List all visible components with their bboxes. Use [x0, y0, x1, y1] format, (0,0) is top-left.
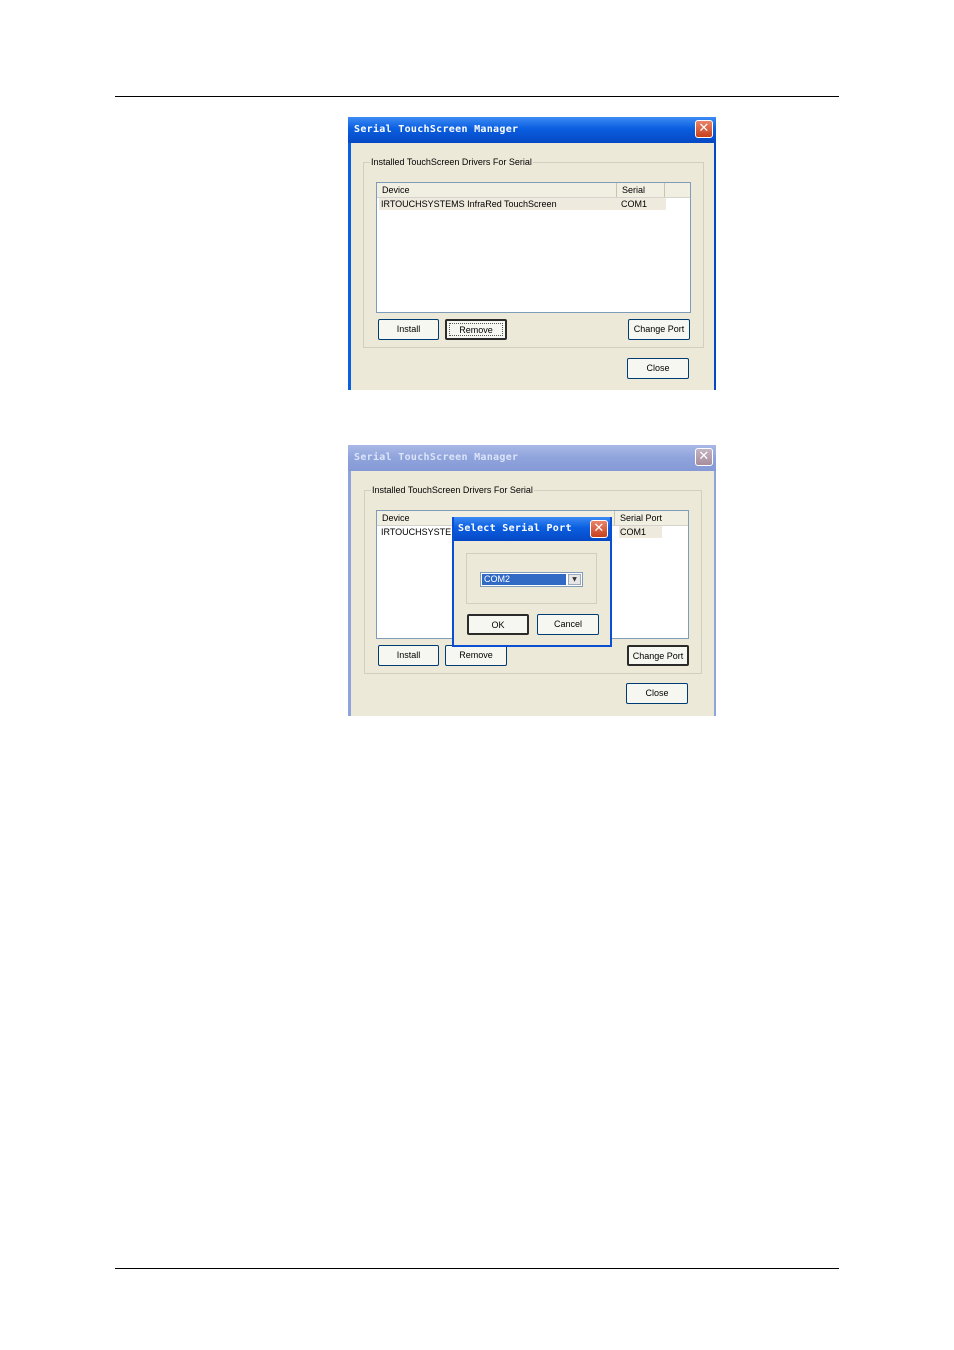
window-border-right [714, 471, 716, 716]
installed-drivers-group: Installed TouchScreen Drivers For Serial… [363, 156, 704, 348]
drivers-list[interactable]: Device Serial Port IRTOUCHSYSTEMS InfraR… [376, 182, 691, 313]
selected-port-value: COM2 [482, 574, 566, 585]
ok-button[interactable]: OK [467, 614, 529, 635]
chevron-down-icon[interactable]: ▼ [568, 574, 581, 585]
row-device-cell: IRTOUCHSYSTEMS InfraRed TouchScreen [381, 199, 557, 209]
row-device-cell: IRTOUCHSYSTE [381, 527, 452, 537]
cancel-button[interactable]: Cancel [537, 614, 599, 635]
serial-touchscreen-manager-dialog: Serial TouchScreen Manager ✕ Installed T… [348, 117, 716, 390]
remove-button[interactable]: Remove [445, 645, 507, 666]
close-button[interactable]: Close [627, 358, 689, 379]
dialog-title: Select Serial Port [458, 523, 572, 534]
row-port-cell: COM1 [621, 199, 648, 209]
port-selection-group: COM2 ▼ [466, 553, 597, 604]
installed-drivers-group-label: Installed TouchScreen Drivers For Serial [370, 156, 533, 168]
serial-port-dropdown[interactable]: COM2 ▼ [480, 572, 583, 587]
page-header-rule [115, 96, 839, 97]
change-port-button[interactable]: Change Port [628, 319, 690, 340]
window-border-left [348, 471, 351, 716]
select-serial-port-dialog: Select Serial Port ✕ COM2 ▼ OK Cancel [452, 517, 612, 647]
column-header-serial-port[interactable]: Serial Port [615, 511, 688, 525]
row-port-cell: COM1 [619, 526, 663, 538]
drivers-list-header: Device Serial Port [377, 183, 690, 209]
install-button[interactable]: Install [378, 319, 439, 340]
window-border-left [348, 143, 351, 390]
close-button[interactable]: Close [626, 683, 688, 704]
remove-button[interactable]: Remove [445, 319, 507, 340]
close-icon[interactable]: ✕ [695, 120, 713, 138]
table-row[interactable]: IRTOUCHSYSTEMS InfraRed TouchScreen COM1 [379, 198, 666, 210]
dialog-titlebar[interactable]: Select Serial Port ✕ [454, 517, 610, 541]
window-border-right [714, 143, 716, 390]
dialog-title: Serial TouchScreen Manager [354, 452, 519, 463]
dialog-title: Serial TouchScreen Manager [354, 124, 519, 135]
column-header-serial-port[interactable]: Serial Port [617, 183, 665, 209]
page-footer-rule [115, 1268, 839, 1269]
change-port-button[interactable]: Change Port [627, 645, 689, 666]
column-header-device[interactable]: Device [377, 183, 617, 197]
close-icon[interactable]: ✕ [590, 520, 608, 538]
remove-button-label: Remove [459, 325, 493, 335]
ok-button-label: OK [491, 620, 505, 630]
change-port-button-label: Change Port [632, 651, 684, 661]
close-icon[interactable]: ✕ [695, 448, 713, 466]
install-button[interactable]: Install [378, 645, 439, 666]
dialog-titlebar[interactable]: Serial TouchScreen Manager ✕ [348, 445, 716, 471]
installed-drivers-group-label: Installed TouchScreen Drivers For Serial [371, 484, 534, 496]
dialog-titlebar[interactable]: Serial TouchScreen Manager ✕ [348, 117, 716, 143]
